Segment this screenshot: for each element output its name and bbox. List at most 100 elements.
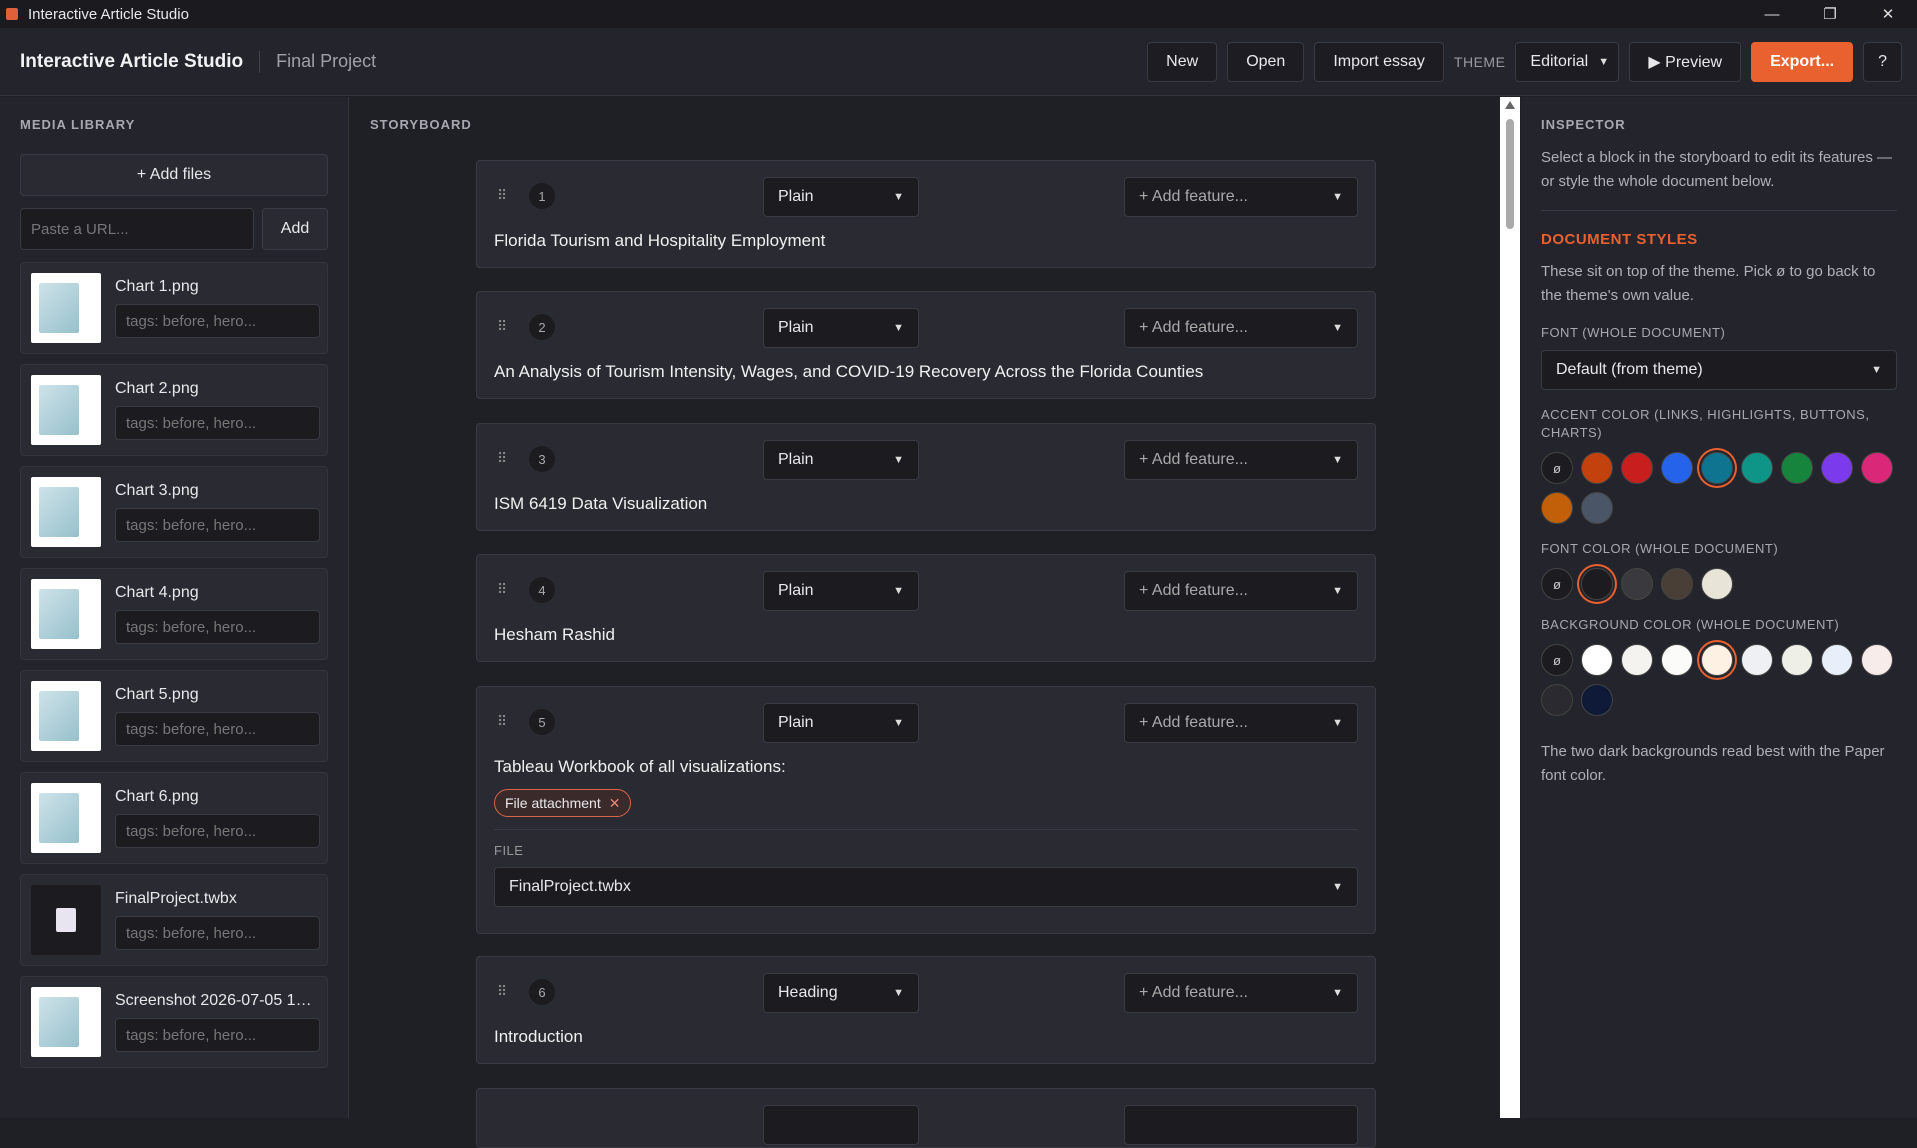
tags-input[interactable]: tags: before, hero... (115, 1018, 320, 1052)
new-button[interactable]: New (1147, 42, 1217, 82)
tags-input[interactable]: tags: before, hero... (115, 406, 320, 440)
storyboard-scrollbar[interactable] (1500, 97, 1520, 1118)
storyboard-block[interactable]: ⠿ 1 Plain▼ + Add feature...▼ Florida Tou… (476, 160, 1376, 268)
accent-color-swatch[interactable] (1581, 492, 1613, 524)
accent-color-swatch[interactable] (1821, 452, 1853, 484)
drag-handle-icon[interactable]: ⠿ (497, 983, 506, 1000)
media-item[interactable]: Chart 6.pngtags: before, hero... (20, 772, 328, 864)
accent-color-swatch[interactable] (1621, 452, 1653, 484)
add-files-button[interactable]: + Add files (20, 154, 328, 196)
accent-color-swatch[interactable] (1541, 492, 1573, 524)
preview-button[interactable]: ▶ Preview (1629, 42, 1741, 82)
background-color-swatch[interactable] (1701, 644, 1733, 676)
storyboard-block[interactable]: ⠿ 3 Plain▼ + Add feature...▼ ISM 6419 Da… (476, 423, 1376, 531)
block-text[interactable]: Hesham Rashid (494, 625, 615, 645)
storyboard-block[interactable]: ⠿ 4 Plain▼ + Add feature...▼ Hesham Rash… (476, 554, 1376, 662)
drag-handle-icon[interactable]: ⠿ (497, 318, 506, 335)
theme-select[interactable]: Editorial▼ (1515, 42, 1619, 82)
file-select[interactable]: FinalProject.twbx▼ (494, 867, 1358, 907)
font-color-none-swatch[interactable]: ø (1541, 568, 1573, 600)
app-header: Interactive Article Studio Final Project… (0, 28, 1917, 96)
tags-input[interactable]: tags: before, hero... (115, 814, 320, 848)
background-color-swatch[interactable] (1581, 644, 1613, 676)
help-button[interactable]: ? (1863, 42, 1902, 82)
background-color-swatch[interactable] (1581, 684, 1613, 716)
background-color-swatch[interactable] (1741, 644, 1773, 676)
accent-color-swatch[interactable] (1581, 452, 1613, 484)
background-color-swatch[interactable] (1541, 684, 1573, 716)
storyboard-block[interactable]: ⠿ 2 Plain▼ + Add feature...▼ An Analysis… (476, 291, 1376, 399)
font-color-label: FONT COLOR (WHOLE DOCUMENT) (1541, 540, 1897, 558)
media-item[interactable]: Chart 3.pngtags: before, hero... (20, 466, 328, 558)
tags-input[interactable]: tags: before, hero... (115, 508, 320, 542)
drag-handle-icon[interactable]: ⠿ (497, 581, 506, 598)
add-feature-select[interactable] (1124, 1105, 1358, 1145)
block-text[interactable]: Tableau Workbook of all visualizations: (494, 757, 786, 777)
block-type-select[interactable]: Plain▼ (763, 308, 919, 348)
font-color-swatch[interactable] (1581, 568, 1613, 600)
background-color-swatch[interactable] (1821, 644, 1853, 676)
block-text[interactable]: Florida Tourism and Hospitality Employme… (494, 231, 825, 251)
background-color-swatch[interactable] (1861, 644, 1893, 676)
background-color-swatch[interactable] (1781, 644, 1813, 676)
block-type-select[interactable]: Plain▼ (763, 703, 919, 743)
media-item[interactable]: Screenshot 2026-07-05 192...tags: before… (20, 976, 328, 1068)
accent-color-swatch[interactable] (1861, 452, 1893, 484)
storyboard-block[interactable] (476, 1088, 1376, 1148)
media-item[interactable]: FinalProject.twbxtags: before, hero... (20, 874, 328, 966)
font-color-swatch[interactable] (1661, 568, 1693, 600)
media-item[interactable]: Chart 1.pngtags: before, hero... (20, 262, 328, 354)
add-feature-select[interactable]: + Add feature...▼ (1124, 308, 1358, 348)
block-type-select[interactable] (763, 1105, 919, 1145)
restore-icon[interactable]: ❐ (1801, 0, 1859, 28)
block-text[interactable]: An Analysis of Tourism Intensity, Wages,… (494, 362, 1203, 382)
add-feature-placeholder: + Add feature... (1139, 451, 1248, 469)
import-essay-button[interactable]: Import essay (1314, 42, 1444, 82)
background-color-swatch[interactable] (1621, 644, 1653, 676)
project-name[interactable]: Final Project (276, 51, 376, 72)
tags-input[interactable]: tags: before, hero... (115, 610, 320, 644)
accent-color-swatch[interactable] (1781, 452, 1813, 484)
tags-input[interactable]: tags: before, hero... (115, 712, 320, 746)
export-button[interactable]: Export... (1751, 42, 1853, 82)
minimize-icon[interactable]: — (1743, 0, 1801, 28)
media-item[interactable]: Chart 2.pngtags: before, hero... (20, 364, 328, 456)
accent-color-swatch[interactable] (1701, 452, 1733, 484)
storyboard-block[interactable]: ⠿ 5 Plain▼ + Add feature...▼ Tableau Wor… (476, 686, 1376, 934)
scroll-up-icon[interactable] (1505, 101, 1515, 109)
add-feature-select[interactable]: + Add feature...▼ (1124, 571, 1358, 611)
drag-handle-icon[interactable]: ⠿ (497, 450, 506, 467)
font-color-swatch[interactable] (1701, 568, 1733, 600)
accent-color-swatch[interactable] (1661, 452, 1693, 484)
drag-handle-icon[interactable]: ⠿ (497, 713, 506, 730)
remove-icon[interactable]: ✕ (609, 795, 621, 812)
scrollbar-thumb[interactable] (1506, 119, 1514, 229)
block-type-select[interactable]: Heading▼ (763, 973, 919, 1013)
feature-chip[interactable]: File attachment✕ (494, 789, 631, 817)
media-item[interactable]: Chart 5.pngtags: before, hero... (20, 670, 328, 762)
background-color-none-swatch[interactable]: ø (1541, 644, 1573, 676)
block-type-select[interactable]: Plain▼ (763, 177, 919, 217)
media-item[interactable]: Chart 4.pngtags: before, hero... (20, 568, 328, 660)
add-feature-select[interactable]: + Add feature...▼ (1124, 440, 1358, 480)
font-color-swatch[interactable] (1621, 568, 1653, 600)
block-text[interactable]: Introduction (494, 1027, 583, 1047)
tags-input[interactable]: tags: before, hero... (115, 304, 320, 338)
accent-color-none-swatch[interactable]: ø (1541, 452, 1573, 484)
add-feature-select[interactable]: + Add feature...▼ (1124, 177, 1358, 217)
font-select[interactable]: Default (from theme)▼ (1541, 350, 1897, 390)
block-type-select[interactable]: Plain▼ (763, 440, 919, 480)
open-button[interactable]: Open (1227, 42, 1304, 82)
add-url-button[interactable]: Add (262, 208, 328, 250)
block-text[interactable]: ISM 6419 Data Visualization (494, 494, 707, 514)
tags-input[interactable]: tags: before, hero... (115, 916, 320, 950)
url-input[interactable]: Paste a URL... (20, 208, 254, 250)
background-color-swatch[interactable] (1661, 644, 1693, 676)
add-feature-select[interactable]: + Add feature...▼ (1124, 973, 1358, 1013)
close-icon[interactable]: ✕ (1859, 0, 1917, 28)
accent-color-swatch[interactable] (1741, 452, 1773, 484)
block-type-select[interactable]: Plain▼ (763, 571, 919, 611)
add-feature-select[interactable]: + Add feature...▼ (1124, 703, 1358, 743)
drag-handle-icon[interactable]: ⠿ (497, 187, 506, 204)
storyboard-block[interactable]: ⠿ 6 Heading▼ + Add feature...▼ Introduct… (476, 956, 1376, 1064)
